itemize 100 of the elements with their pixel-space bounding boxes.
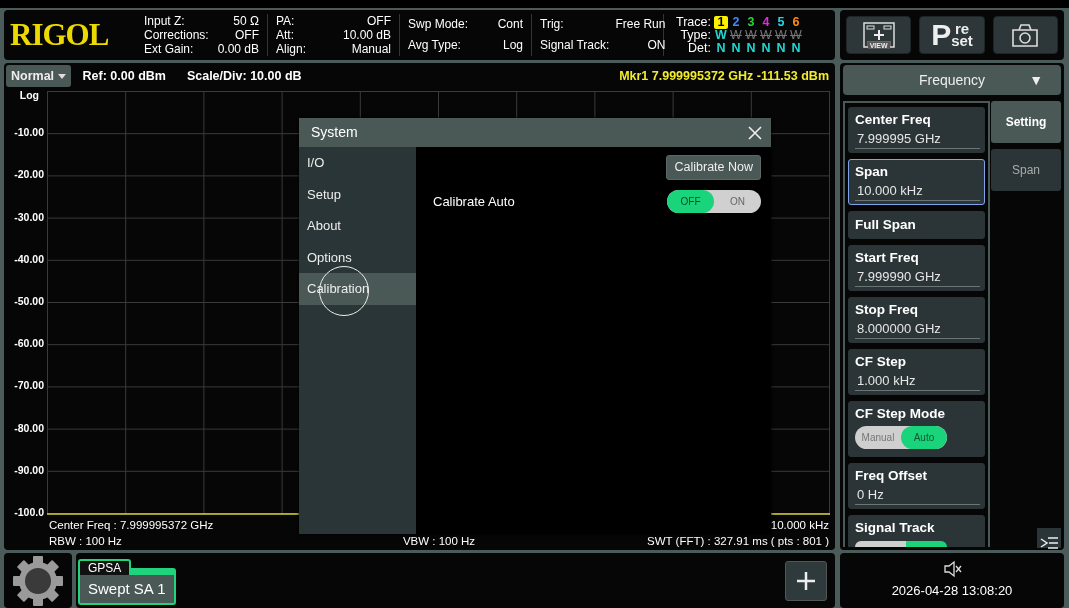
axis-label: -60.00 bbox=[14, 336, 44, 352]
axis-label: -80.00 bbox=[14, 420, 44, 436]
trace-type: W bbox=[759, 28, 773, 42]
trace-type: W bbox=[729, 28, 743, 42]
key-label: Span bbox=[855, 163, 889, 181]
resolution-bandwidth: RBW : 100 Hz bbox=[49, 534, 123, 549]
trace-detector: N bbox=[775, 41, 787, 55]
close-icon[interactable] bbox=[747, 124, 763, 141]
info-value: Cont bbox=[496, 18, 523, 31]
toggle-switch[interactable]: OFF ON bbox=[667, 189, 761, 213]
axis-label: -20.00 bbox=[14, 167, 44, 183]
trace-type: W bbox=[744, 28, 758, 42]
value-field[interactable]: 1.000 kHz bbox=[855, 371, 980, 392]
info-label: Corrections: bbox=[144, 28, 209, 42]
axis-label: -90.00 bbox=[14, 462, 44, 478]
trace-number[interactable]: 5 bbox=[773, 15, 788, 29]
trace-detector: N bbox=[760, 41, 772, 55]
toggle-option[interactable]: ON bbox=[714, 189, 761, 213]
dialog-title: System bbox=[311, 123, 358, 142]
info-label: Align: bbox=[276, 42, 307, 56]
trace-number[interactable]: 2 bbox=[728, 15, 743, 29]
menu-tab[interactable]: Span bbox=[991, 149, 1061, 191]
info-value: OFF bbox=[366, 14, 391, 28]
sidebar-item[interactable]: About bbox=[299, 210, 416, 242]
key-label: Stop Freq bbox=[855, 301, 919, 320]
axis-label: -70.00 bbox=[14, 378, 44, 394]
key-label: Center Freq bbox=[855, 111, 932, 129]
trace-detector: N bbox=[730, 41, 742, 55]
screenshot-button[interactable] bbox=[992, 16, 1058, 54]
info-label: Ext Gain: bbox=[144, 42, 195, 56]
expand-button[interactable] bbox=[1037, 528, 1061, 548]
center-frequency: Center Freq : 7.999995372 GHz bbox=[49, 518, 215, 533]
info-label: Trig: bbox=[540, 18, 565, 31]
menu-key[interactable]: Start Freq 7.999990 GHz bbox=[848, 245, 985, 292]
axis-label: -50.00 bbox=[14, 294, 44, 309]
info-value: Free Run bbox=[614, 18, 666, 31]
calibrate-button[interactable]: Calibrate Now bbox=[666, 155, 761, 180]
info-value: Log bbox=[501, 39, 523, 52]
trace-number[interactable]: 1 bbox=[713, 15, 728, 29]
info-value: OFF bbox=[234, 28, 259, 42]
trace-number[interactable]: 3 bbox=[743, 15, 758, 29]
value-field[interactable]: 10.000 kHz bbox=[855, 181, 980, 201]
trace-detector: N bbox=[745, 41, 757, 55]
value-field[interactable]: 0 Hz bbox=[855, 485, 980, 506]
plus-icon bbox=[796, 570, 816, 591]
menu-icon bbox=[1039, 535, 1059, 550]
toggle-option[interactable]: OFF bbox=[667, 189, 714, 213]
trace-type: W bbox=[774, 28, 788, 42]
trace-number[interactable]: 6 bbox=[788, 15, 803, 29]
key-label: Start Freq bbox=[855, 249, 920, 268]
trace-number[interactable]: 4 bbox=[758, 15, 773, 29]
menu-key[interactable]: CF Step 1.000 kHz bbox=[848, 349, 985, 396]
menu-key[interactable]: CF Step Mode Manual Auto bbox=[848, 401, 985, 458]
value-field[interactable]: 7.999995 GHz bbox=[855, 129, 980, 149]
type-label: Type: bbox=[679, 28, 712, 42]
value-field[interactable]: 8.000000 GHz bbox=[855, 319, 980, 340]
date-time: 2026-04-28 13:08:20 bbox=[891, 582, 1013, 601]
trace-detector: N bbox=[715, 41, 727, 55]
trace-label: Trace: bbox=[676, 15, 712, 29]
add-button[interactable] bbox=[785, 560, 827, 601]
menu-key[interactable]: Span 10.000 kHz bbox=[848, 159, 985, 205]
sidebar-item[interactable]: I/O bbox=[299, 147, 416, 179]
scale-per-division: Scale/Div: 10.00 dB bbox=[186, 67, 302, 85]
tab-accent bbox=[131, 567, 176, 575]
mute-icon[interactable] bbox=[942, 560, 962, 579]
det-label: Det: bbox=[687, 41, 712, 55]
sidebar-item[interactable]: Calibration bbox=[299, 273, 416, 305]
key-label: Freq Offset bbox=[855, 467, 928, 486]
gear-icon[interactable] bbox=[11, 553, 65, 608]
key-label: CF Step bbox=[855, 353, 907, 372]
menu-tab[interactable]: Setting bbox=[991, 101, 1061, 143]
menu-key[interactable]: Stop Freq 8.000000 GHz bbox=[848, 297, 985, 344]
menu-title-button[interactable]: Frequency ▼ bbox=[843, 65, 1061, 95]
span-readout: 10.000 kHz bbox=[769, 518, 829, 533]
menu-key[interactable]: Signal Track bbox=[848, 515, 985, 547]
sidebar-item[interactable]: Options bbox=[299, 241, 416, 274]
axis-label: -10.00 bbox=[14, 125, 44, 141]
info-label: Input Z: bbox=[144, 14, 186, 28]
key-label: CF Step Mode bbox=[855, 405, 946, 424]
axis-label: -100.0 bbox=[14, 505, 44, 520]
trace-type: W bbox=[714, 28, 728, 42]
menu-key[interactable]: Freq Offset 0 Hz bbox=[848, 463, 985, 510]
info-value: 0.00 dB bbox=[216, 42, 259, 56]
info-value: ON bbox=[646, 39, 666, 52]
menu-key[interactable]: Center Freq 7.999995 GHz bbox=[848, 107, 985, 153]
trace-detector: N bbox=[790, 41, 802, 55]
trace-type: W bbox=[789, 28, 803, 42]
toggle-option[interactable]: Auto bbox=[901, 426, 947, 450]
menu-key[interactable]: Full Span bbox=[848, 211, 985, 240]
info-label: Avg Type: bbox=[408, 39, 462, 52]
marker-readout: Mkr1 7.999995372 GHz -111.53 dBm bbox=[619, 67, 829, 85]
sidebar-item[interactable]: Setup bbox=[299, 178, 416, 211]
sweep-time: SWT (FFT) : 327.91 ms ( pts : 801 ) bbox=[646, 534, 829, 549]
value-field[interactable]: 7.999990 GHz bbox=[855, 267, 980, 288]
setting-label: Calibrate Auto bbox=[433, 192, 515, 211]
toggle-switch[interactable]: Manual Auto bbox=[855, 426, 947, 450]
measurement-tab[interactable]: Swept SA 1 bbox=[78, 574, 176, 606]
trace-mode-dropdown[interactable]: Normal bbox=[6, 64, 71, 88]
camera-icon bbox=[1011, 22, 1040, 48]
info-value: Manual bbox=[350, 42, 391, 56]
